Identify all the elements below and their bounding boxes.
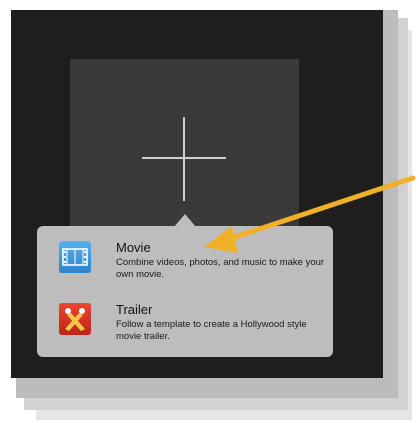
annotation-arrow: [204, 175, 416, 253]
